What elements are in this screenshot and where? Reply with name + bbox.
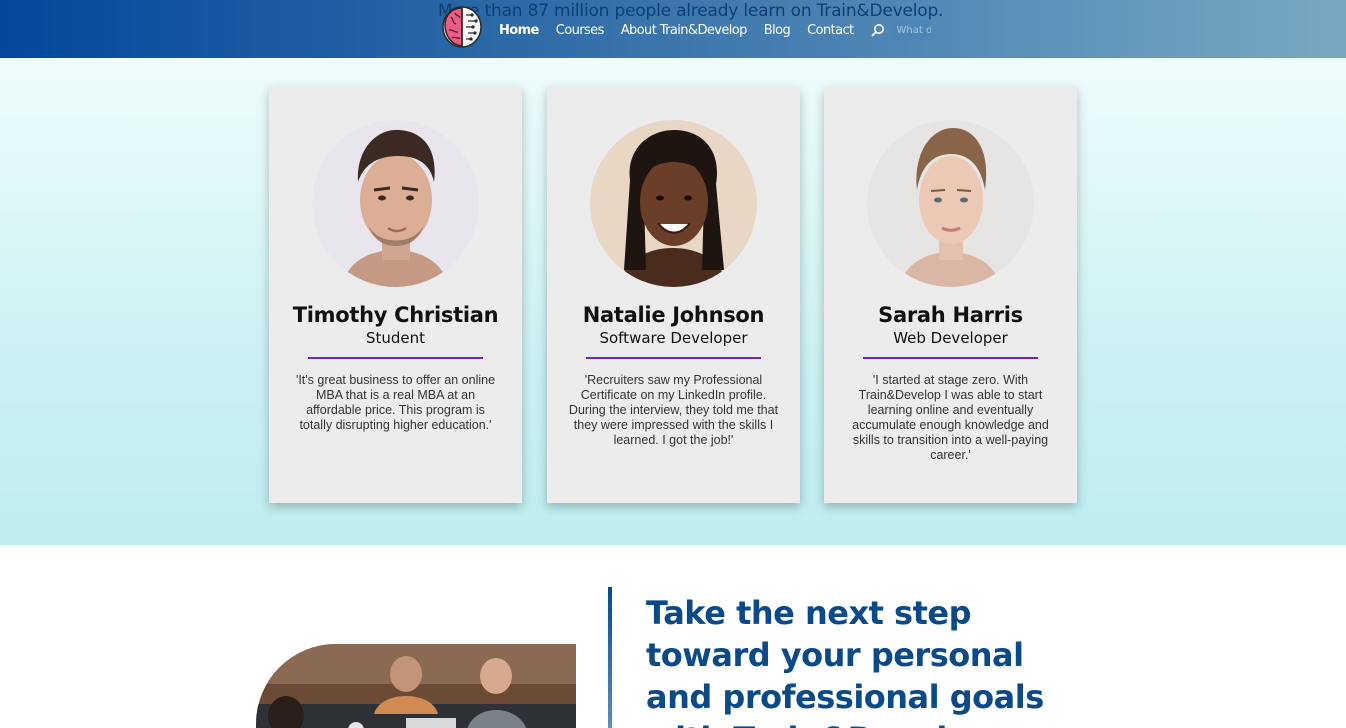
divider (586, 357, 761, 359)
cta-section: Take the next step toward your personal … (0, 545, 1346, 728)
testimonial-role: Software Developer (599, 329, 748, 347)
avatar (867, 120, 1034, 287)
testimonials-section: Timothy Christian Student 'It's great bu… (0, 58, 1346, 545)
testimonial-card: Timothy Christian Student 'It's great bu… (269, 87, 522, 503)
nav-blog[interactable]: Blog (764, 23, 791, 38)
search-input[interactable] (892, 20, 931, 40)
testimonial-name: Natalie Johnson (582, 303, 765, 327)
cta-headline: Take the next step toward your personal … (646, 594, 1044, 728)
testimonial-role: Web Developer (893, 329, 1008, 347)
site-header: More than 87 million people already lear… (0, 0, 1346, 58)
avatar (590, 120, 757, 287)
main-nav: Home Courses About Train&Develop Blog Co… (499, 20, 931, 40)
testimonial-card: Natalie Johnson Software Developer 'Recr… (547, 87, 800, 503)
avatar (312, 120, 479, 287)
testimonial-quote: 'I started at stage zero. With Train&Dev… (852, 373, 1049, 462)
testimonial-quote: 'Recruiters saw my Professional Certific… (568, 373, 779, 447)
testimonial-name: Timothy Christian (292, 303, 499, 327)
divider (863, 357, 1038, 359)
divider (308, 357, 483, 359)
brain-logo-icon[interactable] (442, 5, 482, 49)
group-study-photo (256, 644, 576, 728)
testimonial-role: Student (365, 329, 426, 347)
accent-bar (608, 587, 612, 728)
nav-courses[interactable]: Courses (556, 23, 605, 38)
nav-contact[interactable]: Contact (807, 23, 854, 38)
nav-home[interactable]: Home (499, 23, 539, 38)
nav-about[interactable]: About Train&Develop (621, 23, 748, 38)
search-icon[interactable] (871, 23, 885, 37)
testimonial-card: Sarah Harris Web Developer 'I started at… (824, 87, 1077, 503)
hero-subtitle: More than 87 million people already lear… (438, 1, 944, 21)
testimonial-name: Sarah Harris (878, 303, 1023, 327)
testimonial-quote: 'It's great business to offer an online … (295, 373, 496, 432)
